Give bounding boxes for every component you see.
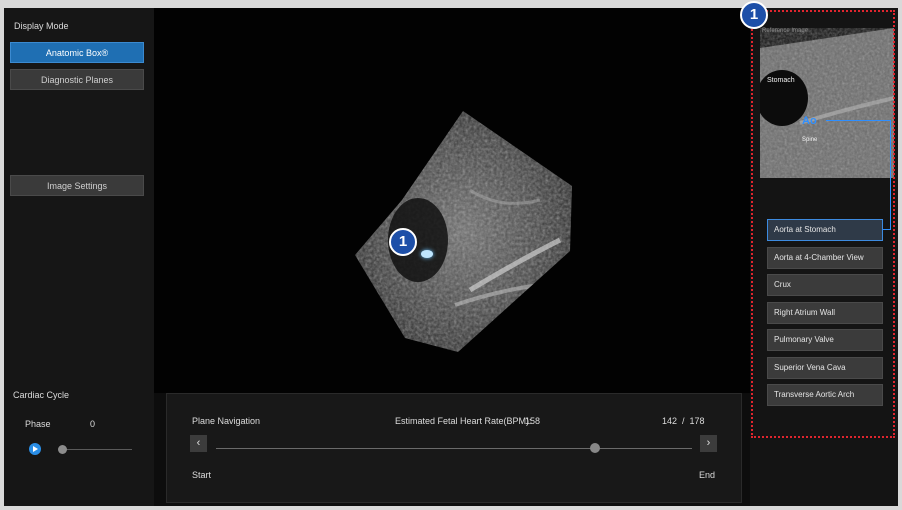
callout-badge-1-right: 1 [740, 1, 768, 29]
plane-slider-handle[interactable] [590, 443, 600, 453]
previous-plane-button[interactable]: ‹ [190, 435, 207, 452]
aorta-marker[interactable] [421, 250, 433, 258]
next-plane-button[interactable]: › [700, 435, 717, 452]
heart-rate-label: Estimated Fetal Heart Rate(BPM): [395, 416, 532, 426]
callout-badge-1: 1 [389, 228, 417, 256]
heart-rate-value: 158 [525, 416, 541, 426]
frame-position: 142 / 178 [662, 416, 705, 426]
callout-highlight-box [751, 10, 895, 438]
plane-slider-track[interactable] [216, 448, 692, 449]
plane-navigation-title: Plane Navigation [192, 416, 261, 426]
end-label: End [699, 470, 716, 480]
start-label: Start [192, 470, 212, 480]
heart-rate-label-highlight: Estimated Fetal Heart Rate [395, 416, 504, 426]
